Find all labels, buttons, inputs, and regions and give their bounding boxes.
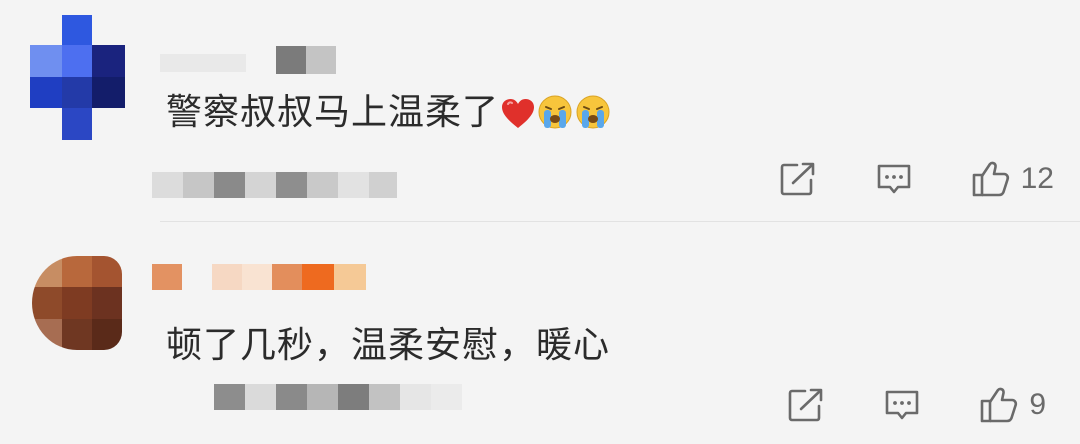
comment-actions: 9	[787, 380, 1046, 430]
comment-item: 警察叔叔马上温柔了 12	[0, 0, 1080, 222]
share-icon	[780, 162, 814, 196]
crying-face-icon	[537, 94, 573, 130]
comment-item: 顿了几秒，温柔安慰，暖心 9	[0, 222, 1080, 444]
share-button[interactable]	[779, 161, 817, 197]
comment-text: 警察叔叔马上温柔了	[166, 83, 611, 135]
username[interactable]	[152, 262, 372, 292]
comment-text: 顿了几秒，温柔安慰，暖心	[166, 316, 610, 368]
comment-actions: 12	[779, 154, 1054, 204]
red-heart-icon	[501, 98, 535, 130]
comment-body: 顿了几秒，温柔安慰，暖心	[166, 325, 611, 366]
like-count: 12	[1020, 162, 1054, 195]
comment-body: 警察叔叔马上温柔了	[166, 92, 500, 133]
reply-button[interactable]	[883, 387, 921, 423]
comment-meta	[214, 380, 474, 412]
like-button[interactable]: 12	[971, 160, 1054, 198]
like-count: 9	[1029, 388, 1046, 421]
thumbs-up-icon	[981, 387, 1018, 423]
share-icon	[789, 388, 823, 422]
like-button[interactable]: 9	[979, 386, 1046, 424]
comment-icon	[877, 164, 910, 194]
avatar[interactable]	[32, 256, 122, 350]
reply-button[interactable]	[875, 161, 913, 197]
comment-meta	[152, 168, 402, 200]
share-button[interactable]	[787, 387, 825, 423]
crying-face-icon	[575, 94, 611, 130]
comment-icon	[886, 390, 919, 420]
avatar[interactable]	[30, 15, 125, 140]
username[interactable]	[160, 46, 340, 76]
thumbs-up-icon	[972, 161, 1009, 197]
